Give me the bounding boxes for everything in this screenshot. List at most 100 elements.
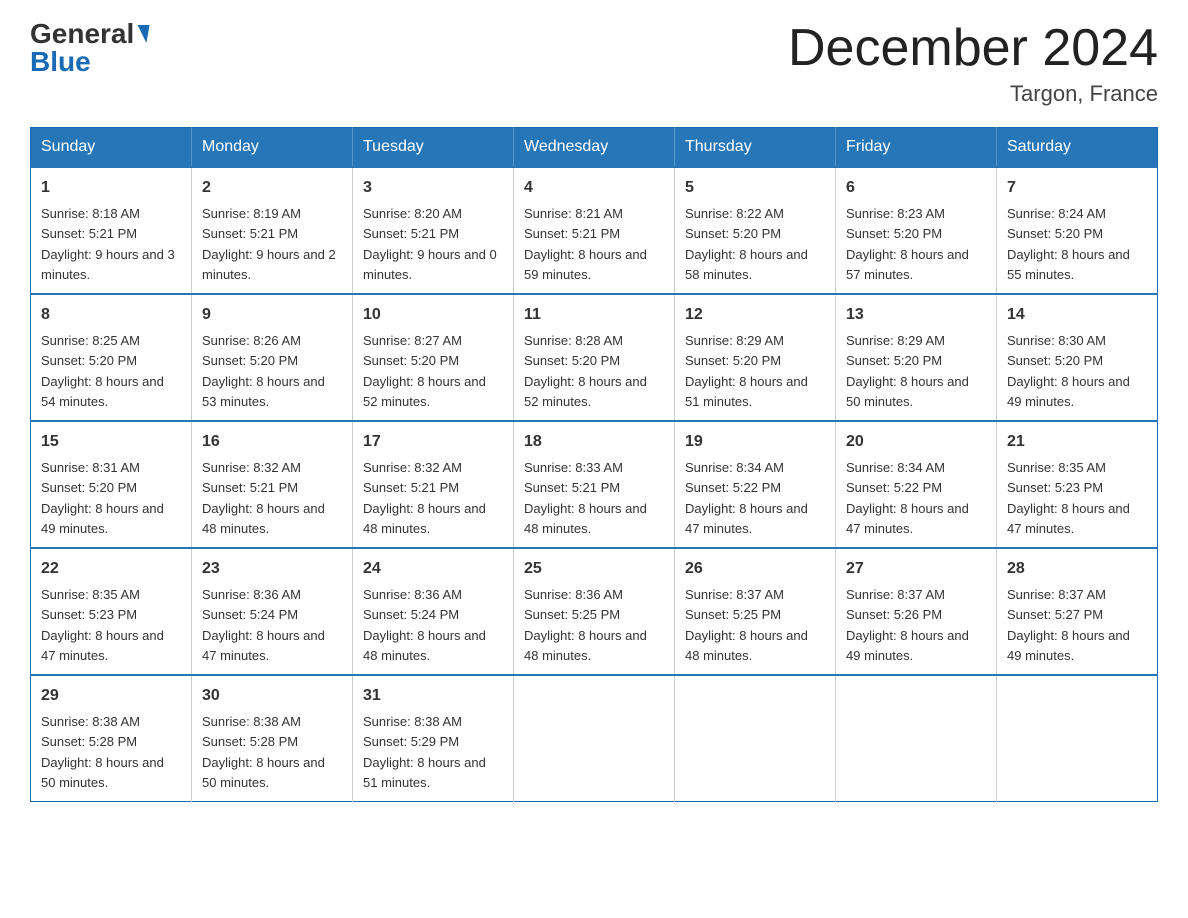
day-info: Sunrise: 8:36 AMSunset: 5:24 PMDaylight:… xyxy=(202,587,325,663)
day-info: Sunrise: 8:27 AMSunset: 5:20 PMDaylight:… xyxy=(363,333,486,409)
calendar-cell: 21 Sunrise: 8:35 AMSunset: 5:23 PMDaylig… xyxy=(997,421,1158,548)
day-number: 30 xyxy=(202,684,342,708)
day-number: 3 xyxy=(363,176,503,200)
day-info: Sunrise: 8:34 AMSunset: 5:22 PMDaylight:… xyxy=(846,460,969,536)
day-number: 26 xyxy=(685,557,825,581)
day-info: Sunrise: 8:18 AMSunset: 5:21 PMDaylight:… xyxy=(41,206,175,282)
day-number: 31 xyxy=(363,684,503,708)
calendar-cell: 12 Sunrise: 8:29 AMSunset: 5:20 PMDaylig… xyxy=(675,294,836,421)
calendar-cell: 13 Sunrise: 8:29 AMSunset: 5:20 PMDaylig… xyxy=(836,294,997,421)
day-info: Sunrise: 8:20 AMSunset: 5:21 PMDaylight:… xyxy=(363,206,497,282)
calendar-week-5: 29 Sunrise: 8:38 AMSunset: 5:28 PMDaylig… xyxy=(31,675,1158,802)
calendar-cell: 17 Sunrise: 8:32 AMSunset: 5:21 PMDaylig… xyxy=(353,421,514,548)
day-number: 11 xyxy=(524,303,664,327)
day-number: 10 xyxy=(363,303,503,327)
day-number: 2 xyxy=(202,176,342,200)
day-info: Sunrise: 8:33 AMSunset: 5:21 PMDaylight:… xyxy=(524,460,647,536)
calendar-cell: 16 Sunrise: 8:32 AMSunset: 5:21 PMDaylig… xyxy=(192,421,353,548)
day-number: 14 xyxy=(1007,303,1147,327)
calendar-cell: 30 Sunrise: 8:38 AMSunset: 5:28 PMDaylig… xyxy=(192,675,353,802)
calendar-cell: 5 Sunrise: 8:22 AMSunset: 5:20 PMDayligh… xyxy=(675,167,836,294)
day-info: Sunrise: 8:35 AMSunset: 5:23 PMDaylight:… xyxy=(1007,460,1130,536)
day-info: Sunrise: 8:36 AMSunset: 5:25 PMDaylight:… xyxy=(524,587,647,663)
calendar-cell: 25 Sunrise: 8:36 AMSunset: 5:25 PMDaylig… xyxy=(514,548,675,675)
calendar-cell: 29 Sunrise: 8:38 AMSunset: 5:28 PMDaylig… xyxy=(31,675,192,802)
day-number: 17 xyxy=(363,430,503,454)
page-title: December 2024 xyxy=(788,20,1158,77)
day-info: Sunrise: 8:22 AMSunset: 5:20 PMDaylight:… xyxy=(685,206,808,282)
header-monday: Monday xyxy=(192,128,353,168)
day-info: Sunrise: 8:36 AMSunset: 5:24 PMDaylight:… xyxy=(363,587,486,663)
day-number: 5 xyxy=(685,176,825,200)
logo-blue: Blue xyxy=(30,46,91,77)
logo: General Blue xyxy=(30,20,148,76)
calendar-cell: 26 Sunrise: 8:37 AMSunset: 5:25 PMDaylig… xyxy=(675,548,836,675)
day-number: 23 xyxy=(202,557,342,581)
day-info: Sunrise: 8:34 AMSunset: 5:22 PMDaylight:… xyxy=(685,460,808,536)
day-number: 7 xyxy=(1007,176,1147,200)
calendar-cell: 27 Sunrise: 8:37 AMSunset: 5:26 PMDaylig… xyxy=(836,548,997,675)
calendar-cell: 31 Sunrise: 8:38 AMSunset: 5:29 PMDaylig… xyxy=(353,675,514,802)
day-info: Sunrise: 8:21 AMSunset: 5:21 PMDaylight:… xyxy=(524,206,647,282)
calendar-header-row: Sunday Monday Tuesday Wednesday Thursday… xyxy=(31,128,1158,168)
calendar-cell: 4 Sunrise: 8:21 AMSunset: 5:21 PMDayligh… xyxy=(514,167,675,294)
day-number: 19 xyxy=(685,430,825,454)
day-info: Sunrise: 8:25 AMSunset: 5:20 PMDaylight:… xyxy=(41,333,164,409)
day-number: 8 xyxy=(41,303,181,327)
day-number: 12 xyxy=(685,303,825,327)
day-info: Sunrise: 8:29 AMSunset: 5:20 PMDaylight:… xyxy=(846,333,969,409)
day-number: 13 xyxy=(846,303,986,327)
day-number: 24 xyxy=(363,557,503,581)
day-info: Sunrise: 8:38 AMSunset: 5:28 PMDaylight:… xyxy=(41,714,164,790)
day-info: Sunrise: 8:24 AMSunset: 5:20 PMDaylight:… xyxy=(1007,206,1130,282)
header-wednesday: Wednesday xyxy=(514,128,675,168)
calendar-cell xyxy=(836,675,997,802)
calendar-cell: 23 Sunrise: 8:36 AMSunset: 5:24 PMDaylig… xyxy=(192,548,353,675)
day-info: Sunrise: 8:37 AMSunset: 5:26 PMDaylight:… xyxy=(846,587,969,663)
day-info: Sunrise: 8:38 AMSunset: 5:29 PMDaylight:… xyxy=(363,714,486,790)
calendar-cell: 15 Sunrise: 8:31 AMSunset: 5:20 PMDaylig… xyxy=(31,421,192,548)
day-number: 4 xyxy=(524,176,664,200)
page-header: General Blue December 2024 Targon, Franc… xyxy=(30,20,1158,107)
day-info: Sunrise: 8:31 AMSunset: 5:20 PMDaylight:… xyxy=(41,460,164,536)
day-number: 22 xyxy=(41,557,181,581)
day-number: 18 xyxy=(524,430,664,454)
calendar-cell: 6 Sunrise: 8:23 AMSunset: 5:20 PMDayligh… xyxy=(836,167,997,294)
day-number: 27 xyxy=(846,557,986,581)
calendar-cell: 22 Sunrise: 8:35 AMSunset: 5:23 PMDaylig… xyxy=(31,548,192,675)
header-sunday: Sunday xyxy=(31,128,192,168)
day-info: Sunrise: 8:37 AMSunset: 5:25 PMDaylight:… xyxy=(685,587,808,663)
calendar-table: Sunday Monday Tuesday Wednesday Thursday… xyxy=(30,127,1158,802)
logo-arrow-icon xyxy=(135,25,150,43)
day-info: Sunrise: 8:29 AMSunset: 5:20 PMDaylight:… xyxy=(685,333,808,409)
day-info: Sunrise: 8:19 AMSunset: 5:21 PMDaylight:… xyxy=(202,206,336,282)
calendar-cell: 11 Sunrise: 8:28 AMSunset: 5:20 PMDaylig… xyxy=(514,294,675,421)
calendar-cell: 19 Sunrise: 8:34 AMSunset: 5:22 PMDaylig… xyxy=(675,421,836,548)
day-info: Sunrise: 8:30 AMSunset: 5:20 PMDaylight:… xyxy=(1007,333,1130,409)
header-thursday: Thursday xyxy=(675,128,836,168)
header-friday: Friday xyxy=(836,128,997,168)
calendar-cell xyxy=(675,675,836,802)
day-info: Sunrise: 8:35 AMSunset: 5:23 PMDaylight:… xyxy=(41,587,164,663)
title-section: December 2024 Targon, France xyxy=(788,20,1158,107)
day-number: 21 xyxy=(1007,430,1147,454)
calendar-cell: 14 Sunrise: 8:30 AMSunset: 5:20 PMDaylig… xyxy=(997,294,1158,421)
header-saturday: Saturday xyxy=(997,128,1158,168)
calendar-cell: 20 Sunrise: 8:34 AMSunset: 5:22 PMDaylig… xyxy=(836,421,997,548)
calendar-cell: 2 Sunrise: 8:19 AMSunset: 5:21 PMDayligh… xyxy=(192,167,353,294)
calendar-week-4: 22 Sunrise: 8:35 AMSunset: 5:23 PMDaylig… xyxy=(31,548,1158,675)
day-number: 6 xyxy=(846,176,986,200)
day-info: Sunrise: 8:26 AMSunset: 5:20 PMDaylight:… xyxy=(202,333,325,409)
calendar-cell: 9 Sunrise: 8:26 AMSunset: 5:20 PMDayligh… xyxy=(192,294,353,421)
day-info: Sunrise: 8:38 AMSunset: 5:28 PMDaylight:… xyxy=(202,714,325,790)
calendar-cell xyxy=(514,675,675,802)
day-number: 25 xyxy=(524,557,664,581)
day-number: 29 xyxy=(41,684,181,708)
calendar-cell: 7 Sunrise: 8:24 AMSunset: 5:20 PMDayligh… xyxy=(997,167,1158,294)
calendar-cell: 1 Sunrise: 8:18 AMSunset: 5:21 PMDayligh… xyxy=(31,167,192,294)
calendar-week-3: 15 Sunrise: 8:31 AMSunset: 5:20 PMDaylig… xyxy=(31,421,1158,548)
day-number: 28 xyxy=(1007,557,1147,581)
calendar-cell: 10 Sunrise: 8:27 AMSunset: 5:20 PMDaylig… xyxy=(353,294,514,421)
calendar-week-1: 1 Sunrise: 8:18 AMSunset: 5:21 PMDayligh… xyxy=(31,167,1158,294)
day-number: 20 xyxy=(846,430,986,454)
